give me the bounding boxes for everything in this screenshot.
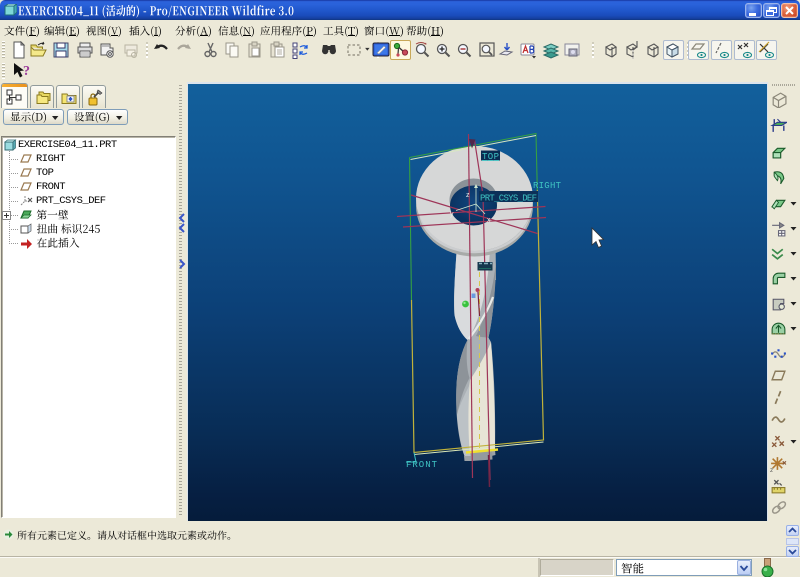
svg-text:?: ?	[23, 64, 30, 79]
svg-text:x: x	[487, 217, 491, 224]
svg-text:z: z	[466, 192, 470, 199]
svg-text:PRT_CSYS_DEF: PRT_CSYS_DEF	[480, 194, 537, 204]
svg-text:RIGHT: RIGHT	[533, 181, 562, 191]
svg-text:TOP: TOP	[482, 152, 499, 162]
svg-text:FRONT: FRONT	[406, 460, 438, 470]
svg-text:y: y	[450, 211, 454, 218]
svg-text:z: z	[770, 466, 773, 472]
